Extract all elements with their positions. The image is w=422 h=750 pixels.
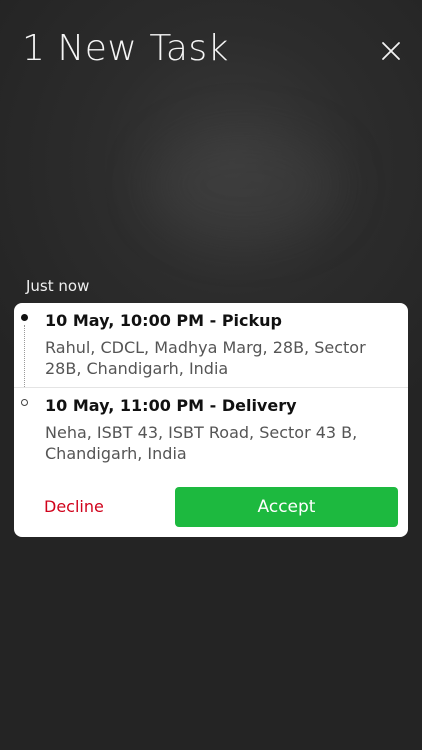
task-card: 10 May, 10:00 PM - Pickup Rahul, CDCL, M… [14, 303, 408, 537]
notification-timestamp: Just now [26, 277, 90, 295]
close-button[interactable] [378, 38, 404, 64]
close-icon [378, 38, 404, 64]
background-blur [150, 130, 340, 240]
pickup-stop[interactable]: 10 May, 10:00 PM - Pickup Rahul, CDCL, M… [14, 303, 408, 388]
delivery-stop[interactable]: 10 May, 11:00 PM - Delivery Neha, ISBT 4… [14, 388, 408, 472]
pickup-heading: 10 May, 10:00 PM - Pickup [45, 311, 283, 330]
delivery-address: Neha, ISBT 43, ISBT Road, Sector 43 B, C… [45, 423, 358, 463]
pickup-dot-icon [21, 314, 28, 321]
decline-button[interactable]: Decline [44, 487, 154, 527]
pickup-address: Rahul, CDCL, Madhya Marg, 28B, Sector 28… [45, 338, 366, 378]
accept-button[interactable]: Accept [175, 487, 398, 527]
route-connector [24, 325, 25, 387]
delivery-heading: 10 May, 11:00 PM - Delivery [45, 396, 297, 415]
delivery-dot-icon [21, 399, 28, 406]
page-title: 1 New Task [22, 28, 230, 69]
